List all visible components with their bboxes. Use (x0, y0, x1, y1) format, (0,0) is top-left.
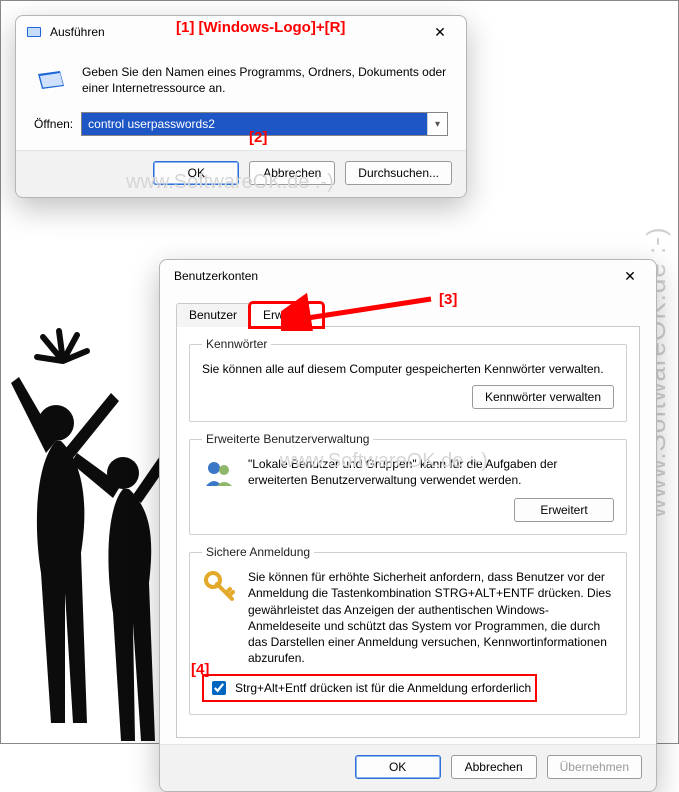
advanced-text: "Lokale Benutzer und Gruppen" kann für d… (248, 456, 614, 488)
open-combobox[interactable]: ▾ (81, 112, 448, 136)
ok-button[interactable]: OK (355, 755, 441, 779)
run-title: Ausführen (50, 25, 420, 39)
acct-title: Benutzerkonten (170, 269, 610, 283)
tab-page-advanced: Kennwörter Sie können alle auf diesem Co… (176, 327, 640, 738)
cancel-button[interactable]: Abbrechen (451, 755, 537, 779)
group-secure-logon: Sichere Anmeldung Sie können für erhöhte… (189, 545, 627, 715)
background-figures (1, 323, 181, 743)
run-large-icon (34, 64, 68, 98)
secure-logon-checkbox[interactable] (212, 681, 226, 695)
group-advanced-users: Erweiterte Benutzerverwaltung "Lokale Be… (189, 432, 627, 535)
run-icon (26, 24, 42, 40)
passwords-text: Sie können alle auf diesem Computer gesp… (202, 361, 614, 377)
tab-strip: Benutzer Erweitert (176, 302, 640, 327)
run-titlebar: Ausführen ✕ (16, 16, 466, 48)
browse-button[interactable]: Durchsuchen... (345, 161, 452, 185)
apply-button[interactable]: Übernehmen (547, 755, 642, 779)
close-button[interactable]: ✕ (420, 18, 460, 46)
secure-logon-checkbox-label: Strg+Alt+Entf drücken ist für die Anmeld… (235, 681, 531, 695)
cancel-button[interactable]: Abbrechen (249, 161, 335, 185)
run-dialog: Ausführen ✕ Geben Sie den Namen eines Pr… (15, 15, 467, 198)
tab-users[interactable]: Benutzer (176, 303, 250, 327)
group-passwords-legend: Kennwörter (202, 337, 271, 351)
secure-logon-checkbox-row[interactable]: Strg+Alt+Entf drücken ist für die Anmeld… (202, 674, 537, 702)
secure-text: Sie können für erhöhte Sicherheit anford… (248, 569, 614, 666)
run-description: Geben Sie den Namen eines Programms, Ord… (82, 64, 448, 96)
chevron-down-icon[interactable]: ▾ (427, 113, 447, 135)
open-label: Öffnen: (34, 117, 73, 131)
user-accounts-dialog: Benutzerkonten ✕ Benutzer Erweitert Kenn… (159, 259, 657, 792)
run-button-row: OK Abbrechen Durchsuchen... (16, 150, 466, 197)
close-button[interactable]: ✕ (610, 262, 650, 290)
acct-button-row: OK Abbrechen Übernehmen (160, 744, 656, 791)
users-icon (202, 456, 236, 490)
tab-advanced[interactable]: Erweitert (250, 303, 323, 327)
ok-button[interactable]: OK (153, 161, 239, 185)
group-passwords: Kennwörter Sie können alle auf diesem Co… (189, 337, 627, 422)
open-input[interactable] (82, 113, 427, 135)
advanced-button[interactable]: Erweitert (514, 498, 614, 522)
manage-passwords-button[interactable]: Kennwörter verwalten (472, 385, 614, 409)
key-icon (202, 569, 236, 603)
group-secure-legend: Sichere Anmeldung (202, 545, 314, 559)
group-advanced-legend: Erweiterte Benutzerverwaltung (202, 432, 373, 446)
acct-titlebar: Benutzerkonten ✕ (160, 260, 656, 292)
